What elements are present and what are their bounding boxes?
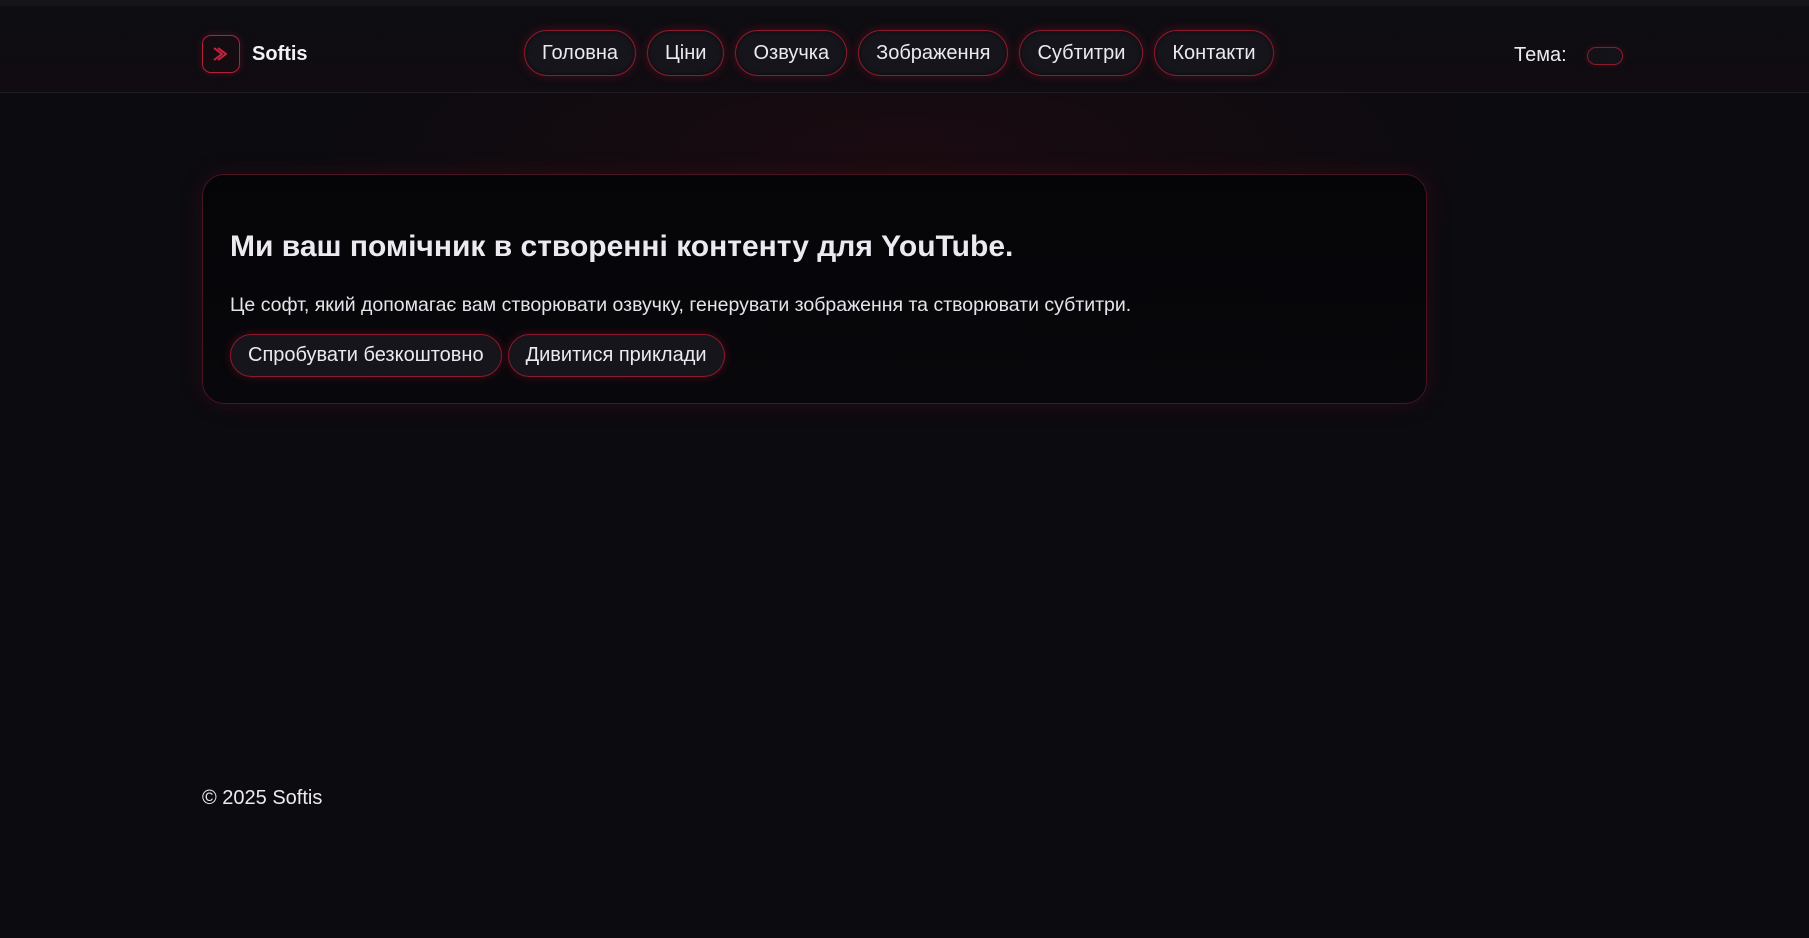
nav-item-contacts[interactable]: Контакти [1154, 30, 1274, 76]
copyright-text: © 2025 Softis [202, 787, 323, 809]
brand[interactable]: Softis [202, 35, 308, 73]
nav-item-subtitles[interactable]: Субтитри [1019, 30, 1144, 76]
nav-item-prices[interactable]: Ціни [647, 30, 725, 76]
try-free-button[interactable]: Спробувати безкоштовно [230, 334, 502, 377]
hero-card: Ми ваш помічник в створенні контенту для… [202, 174, 1427, 404]
brand-name: Softis [252, 42, 308, 65]
nav-item-home[interactable]: Головна [524, 30, 636, 76]
nav-item-voiceover[interactable]: Озвучка [735, 30, 848, 76]
theme-label: Тема: [1514, 44, 1567, 66]
nav-item-images[interactable]: Зображення [858, 30, 1009, 76]
site-header: Softis Головна Ціни Озвучка Зображення С… [0, 6, 1809, 93]
main-nav: Головна Ціни Озвучка Зображення Субтитри… [524, 30, 1274, 76]
hero-title: Ми ваш помічник в створенні контенту для… [230, 230, 1014, 263]
site-footer: © 2025 Softis [202, 787, 322, 810]
hero-description: Це софт, який допомагає вам створювати о… [230, 294, 1132, 316]
hero-actions: Спробувати безкоштовно Дивитися приклади [230, 334, 1400, 377]
theme-switcher: Тема: [1514, 44, 1623, 67]
view-examples-button[interactable]: Дивитися приклади [507, 334, 725, 377]
play-chevrons-icon [202, 35, 240, 73]
theme-toggle[interactable] [1586, 46, 1623, 65]
